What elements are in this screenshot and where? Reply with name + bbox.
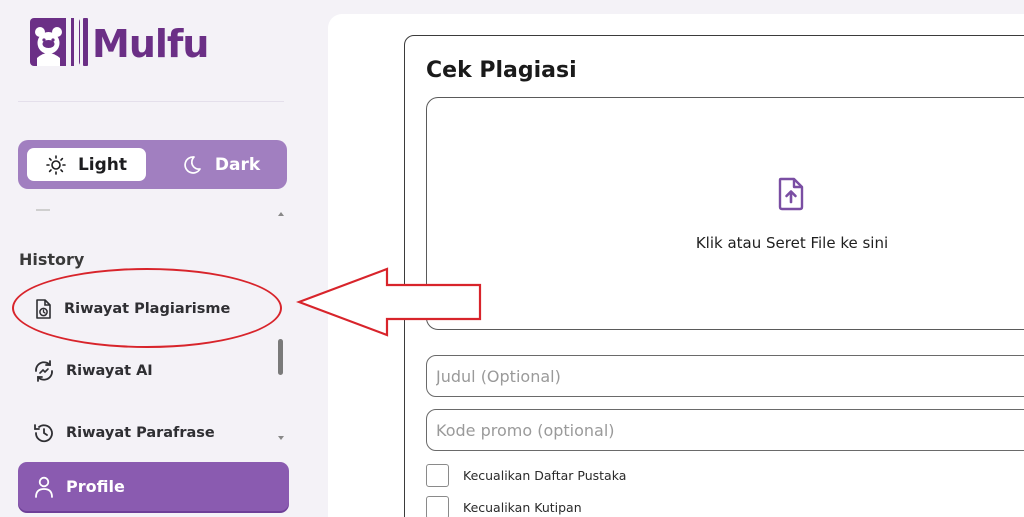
sidebar-item-label: Riwayat AI	[66, 363, 153, 379]
profile-label: Profile	[66, 477, 125, 496]
page-title: Cek Plagiasi	[426, 58, 577, 83]
sidebar-item-riwayat-ai[interactable]: Riwayat AI	[32, 359, 153, 383]
theme-light-button[interactable]: Light	[27, 148, 146, 181]
exclude-quotes-checkbox[interactable]	[426, 496, 449, 517]
sun-icon	[46, 154, 66, 175]
theme-dark-button[interactable]: Dark	[158, 148, 283, 181]
file-dropzone[interactable]	[426, 97, 1024, 330]
file-upload-icon	[778, 177, 804, 211]
logo-mark-icon	[30, 18, 88, 66]
scroll-up-icon[interactable]	[278, 212, 284, 216]
refresh-chart-icon	[35, 360, 53, 382]
exclude-bibliography-checkbox[interactable]	[426, 464, 449, 487]
theme-light-label: Light	[77, 154, 128, 175]
scroll-thumb[interactable]	[278, 339, 283, 375]
profile-button[interactable]: Profile	[18, 462, 289, 511]
sidebar-item-riwayat-plagiarisme[interactable]: Riwayat Plagiarisme	[32, 298, 230, 320]
app-root: Mulfu Light Dark History Riwayat Plagiar…	[0, 0, 1024, 517]
sidebar-item-label: Riwayat Plagiarisme	[64, 301, 231, 317]
theme-toggle: Light Dark	[18, 140, 287, 189]
dropzone-text: Klik atau Seret File ke sini	[695, 234, 889, 252]
exclude-bibliography-option: Kecualikan Daftar Pustaka	[426, 464, 626, 487]
moon-icon	[184, 155, 201, 174]
exclude-bibliography-label: Kecualikan Daftar Pustaka	[463, 468, 627, 483]
sidebar-item-label: Riwayat Parafrase	[66, 425, 215, 441]
promo-code-input[interactable]	[426, 409, 1024, 451]
divider	[18, 101, 284, 102]
history-icon	[34, 424, 53, 443]
history-section-title: History	[19, 250, 85, 269]
sidebar-item-riwayat-parafrase[interactable]: Riwayat Parafrase	[32, 421, 215, 445]
scroll-down-icon[interactable]	[278, 436, 284, 440]
clipped-item-stub	[36, 209, 50, 211]
sidebar: Mulfu Light Dark History Riwayat Plagiar…	[0, 0, 300, 517]
document-clock-icon	[36, 299, 51, 319]
brand-name: Mulfu	[92, 22, 209, 66]
user-icon	[35, 476, 53, 498]
theme-dark-label: Dark	[214, 154, 261, 175]
title-input[interactable]	[426, 355, 1024, 397]
sidebar-scrollbar[interactable]	[278, 212, 286, 440]
brand-logo[interactable]: Mulfu	[28, 14, 209, 70]
exclude-quotes-label: Kecualikan Kutipan	[463, 500, 582, 515]
exclude-quotes-option: Kecualikan Kutipan	[426, 496, 582, 517]
